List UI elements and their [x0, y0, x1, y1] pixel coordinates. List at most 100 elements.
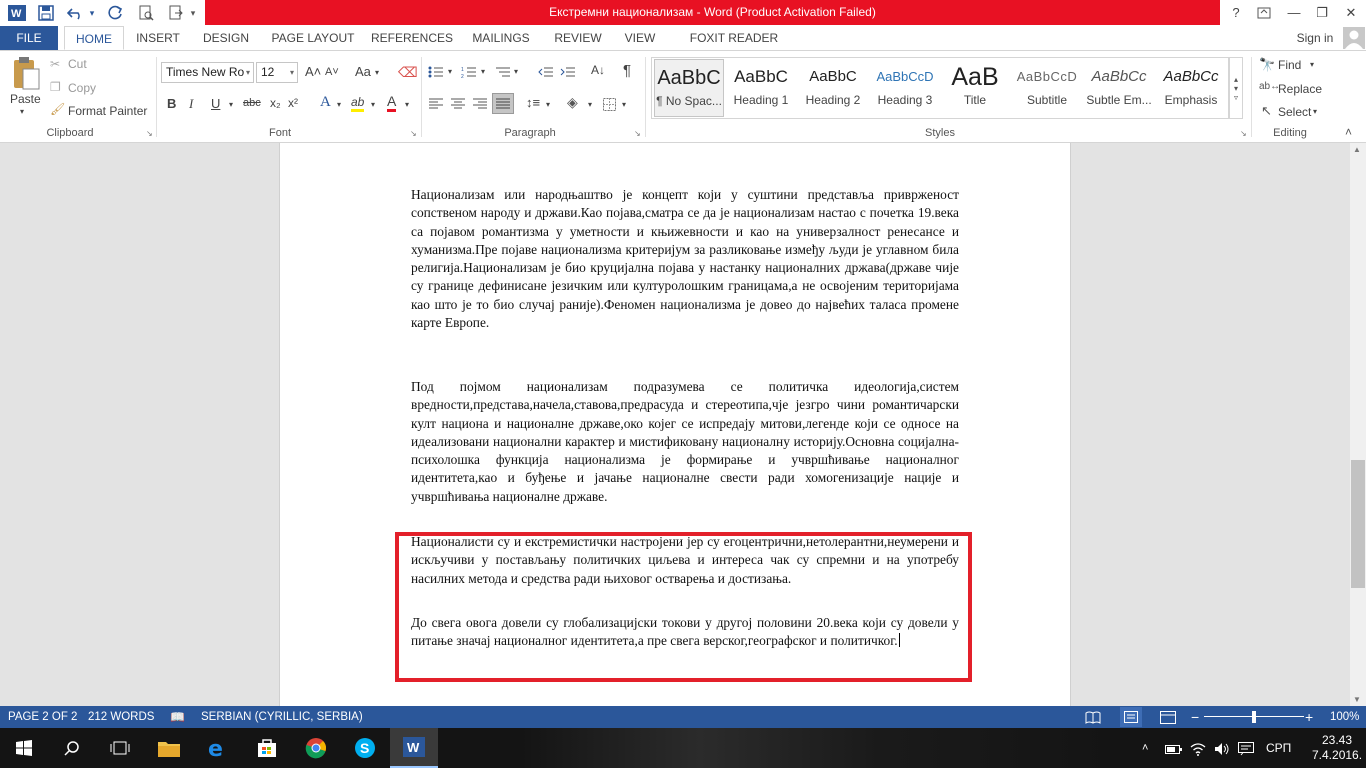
clipboard-launcher-icon[interactable]: ↘ [146, 129, 153, 138]
wifi-icon[interactable] [1190, 728, 1206, 768]
clock[interactable]: 23.43 7.4.2016. [1312, 728, 1362, 768]
cut-button[interactable]: Cut [68, 57, 87, 71]
action-center-icon[interactable] [1238, 728, 1254, 768]
shrink-font-button[interactable]: A˅ [325, 66, 339, 78]
tab-review[interactable]: REVIEW [549, 26, 607, 50]
format-painter-button[interactable]: Format Painter [68, 104, 147, 118]
align-right-icon[interactable] [471, 95, 489, 113]
paste-icon[interactable] [6, 55, 46, 95]
chevron-down-icon[interactable]: ▾ [375, 68, 379, 77]
align-left-icon[interactable] [427, 95, 445, 113]
paragraph-2[interactable]: Под појмом национализам подразумева се п… [411, 378, 959, 506]
font-launcher-icon[interactable]: ↘ [410, 129, 417, 138]
show-hide-marks-icon[interactable]: ¶ [623, 62, 631, 79]
numbering-icon[interactable]: 12 [460, 63, 478, 81]
chevron-down-icon[interactable]: ▾ [588, 100, 592, 109]
word-count[interactable]: 212 WORDS [88, 706, 154, 728]
paragraph-3[interactable]: Националисти су и екстремистички настрој… [411, 533, 959, 588]
grow-font-button[interactable]: A˄ [305, 64, 321, 79]
battery-icon[interactable] [1165, 728, 1183, 768]
strikethrough-button[interactable]: abc [243, 97, 261, 109]
paste-button[interactable]: Paste [10, 92, 41, 106]
change-case-button[interactable]: Aa [355, 64, 371, 79]
user-avatar[interactable] [1342, 26, 1366, 50]
style-emphasis[interactable]: AaBbCc Emphasis [1156, 59, 1226, 117]
chevron-down-icon[interactable]: ▾ [546, 100, 550, 109]
redo-icon[interactable] [104, 2, 128, 24]
chevron-down-icon[interactable]: ▾ [514, 67, 518, 76]
tab-mailings[interactable]: MAILINGS [467, 26, 535, 50]
zoom-in-button[interactable]: + [1305, 706, 1313, 728]
skype-icon[interactable]: S [341, 728, 389, 768]
tab-references[interactable]: REFERENCES [371, 26, 453, 50]
bold-button[interactable]: B [167, 96, 176, 111]
chevron-down-icon[interactable]: ▾ [1313, 107, 1317, 116]
volume-icon[interactable] [1214, 728, 1230, 768]
print-preview-icon[interactable] [134, 2, 158, 24]
document-page[interactable]: Национализам или народњаштво је концепт … [279, 143, 1071, 706]
print-layout-icon[interactable] [1120, 707, 1142, 727]
save-icon[interactable] [34, 2, 58, 24]
chevron-down-icon[interactable]: ▾ [371, 100, 375, 109]
scrollbar-thumb[interactable] [1351, 460, 1365, 588]
increase-indent-icon[interactable] [559, 63, 577, 81]
collapse-ribbon-icon[interactable]: ˄ [1345, 125, 1352, 139]
tab-design[interactable]: DESIGN [198, 26, 254, 50]
chevron-down-icon[interactable]: ▾ [622, 100, 626, 109]
undo-dropdown-icon[interactable]: ▾ [86, 2, 98, 24]
paste-dropdown-icon[interactable]: ▾ [20, 107, 24, 116]
minimize-button[interactable]: — [1279, 0, 1309, 25]
superscript-button[interactable]: x² [288, 96, 298, 110]
find-button[interactable]: Find [1278, 58, 1301, 72]
chevron-down-icon[interactable]: ▾ [1310, 60, 1314, 69]
borders-icon[interactable] [600, 95, 618, 113]
tab-home[interactable]: HOME [64, 26, 124, 50]
help-button[interactable]: ? [1221, 0, 1251, 25]
task-view-icon[interactable] [96, 728, 144, 768]
font-size-combo[interactable]: 12 ▾ [256, 62, 298, 83]
style-title[interactable]: AaB Title [942, 59, 1008, 117]
style-heading-1[interactable]: AaBbC Heading 1 [726, 59, 796, 117]
open-recent-icon[interactable] [164, 2, 188, 24]
tab-foxit-reader-pdf[interactable]: FOXIT READER PDF [677, 26, 791, 69]
style-subtitle[interactable]: AaBbCcD Subtitle [1012, 59, 1082, 117]
file-explorer-icon[interactable] [145, 728, 193, 768]
italic-button[interactable]: I [189, 96, 193, 112]
chevron-up-icon[interactable]: ▴ [1234, 75, 1238, 84]
edge-browser-icon[interactable]: e [194, 728, 242, 768]
chevron-down-icon[interactable]: ▾ [448, 67, 452, 76]
line-spacing-icon[interactable]: ↕≡ [526, 95, 540, 110]
zoom-level[interactable]: 100% [1330, 706, 1359, 728]
tab-view[interactable]: VIEW [620, 26, 660, 50]
text-effects-button[interactable]: A [320, 94, 331, 111]
paragraph-4[interactable]: До свега овога довели су глобализацијски… [411, 614, 959, 651]
highlight-color-button[interactable]: ab [351, 96, 365, 112]
start-button[interactable] [0, 728, 48, 768]
ribbon-display-options-icon[interactable] [1249, 0, 1279, 25]
style-heading-2[interactable]: AaBbC Heading 2 [798, 59, 868, 117]
decrease-indent-icon[interactable] [537, 63, 555, 81]
chevron-down-icon[interactable]: ▾ [229, 100, 233, 109]
proofing-icon[interactable]: 📖 [170, 706, 185, 728]
font-color-button[interactable]: A [387, 94, 397, 112]
input-language[interactable]: СРП [1266, 728, 1291, 768]
tab-file[interactable]: FILE [0, 26, 58, 50]
close-button[interactable]: ✕ [1336, 0, 1366, 25]
subscript-button[interactable]: x₂ [270, 96, 281, 110]
tab-insert[interactable]: INSERT [132, 26, 184, 50]
scroll-up-icon[interactable]: ▲ [1353, 145, 1361, 154]
copy-button[interactable]: Copy [68, 81, 96, 95]
chrome-icon[interactable] [292, 728, 340, 768]
justify-icon[interactable] [492, 93, 514, 114]
styles-scroll[interactable]: ▴ ▾ ▿ [1229, 57, 1243, 119]
customize-toolbar-icon[interactable]: ▾ [186, 2, 200, 24]
chevron-down-icon[interactable]: ▾ [1234, 84, 1238, 93]
underline-button[interactable]: U [211, 96, 220, 111]
select-button[interactable]: Select [1278, 105, 1311, 119]
align-center-icon[interactable] [449, 95, 467, 113]
word-taskbar-icon[interactable]: W [390, 728, 438, 768]
shading-icon[interactable]: ◈ [567, 94, 578, 111]
show-hidden-icons[interactable]: ˄ [1142, 728, 1148, 768]
zoom-slider-thumb[interactable] [1252, 711, 1256, 723]
chevron-down-icon[interactable]: ▾ [405, 100, 409, 109]
